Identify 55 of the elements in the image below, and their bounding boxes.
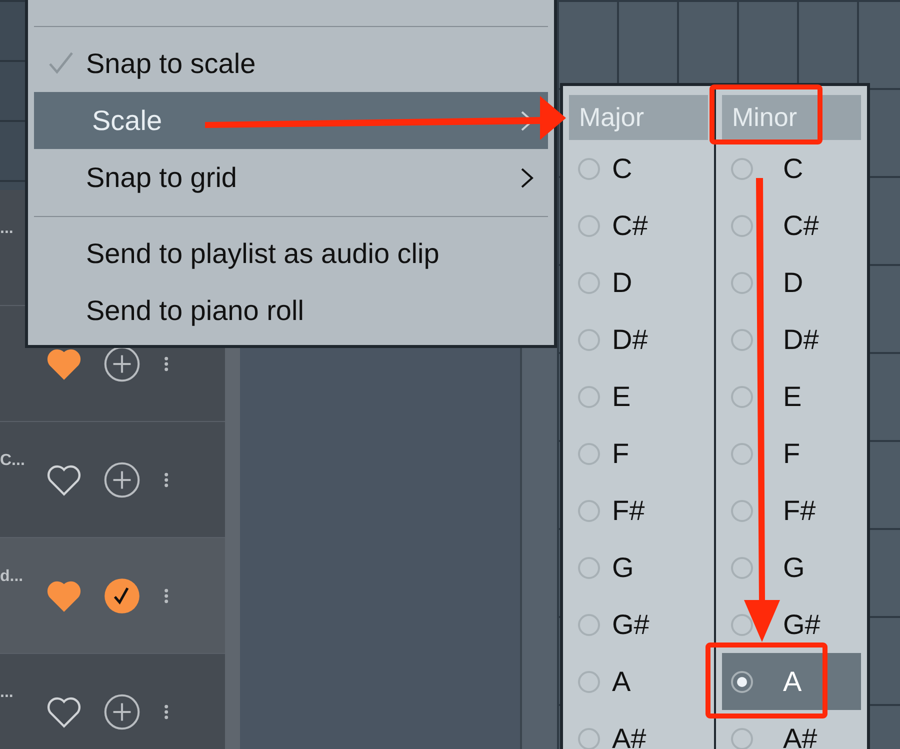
note-label: A — [783, 666, 802, 698]
track-title: ... — [0, 684, 14, 702]
note-label: G# — [612, 608, 650, 640]
note-option[interactable]: D — [569, 254, 708, 311]
note-label: C# — [612, 210, 648, 242]
note-option[interactable]: C — [722, 140, 861, 197]
note-label: E — [783, 380, 802, 412]
note-label: A# — [783, 722, 818, 749]
note-option[interactable]: A# — [569, 710, 708, 749]
column-header: Major — [569, 95, 708, 140]
track-title: d... — [0, 568, 24, 586]
note-label: E — [612, 380, 631, 412]
menu-item[interactable]: Snap to grid — [34, 149, 548, 206]
note-label: F# — [612, 494, 645, 526]
note-label: C# — [783, 210, 819, 242]
note-label: D# — [612, 324, 648, 356]
column-header: Minor — [722, 95, 861, 140]
track-row[interactable]: d... — [0, 538, 225, 654]
note-option[interactable]: C# — [569, 197, 708, 254]
track-title: ... — [0, 220, 14, 238]
note-label: G# — [783, 608, 820, 640]
note-option[interactable]: C — [569, 140, 708, 197]
note-option[interactable]: A — [722, 653, 861, 710]
note-label: F — [612, 438, 630, 470]
note-option[interactable]: G — [569, 539, 708, 596]
note-option[interactable]: A — [569, 653, 708, 710]
note-label: C — [783, 152, 804, 184]
note-option[interactable]: D# — [722, 311, 861, 368]
menu-item[interactable]: Send to playlist as audio clip — [34, 225, 548, 282]
note-label: D — [612, 266, 632, 298]
note-label: D# — [783, 324, 819, 356]
note-label: F# — [783, 494, 816, 526]
menu-item[interactable]: Scale — [34, 92, 548, 149]
note-option[interactable]: F# — [722, 482, 861, 539]
note-label: A# — [612, 722, 646, 749]
menu-item[interactable]: Send to piano roll — [34, 282, 548, 339]
note-option[interactable]: C# — [722, 197, 861, 254]
note-label: F — [783, 438, 800, 470]
note-option[interactable]: E — [569, 368, 708, 425]
note-option[interactable]: D# — [569, 311, 708, 368]
note-label: G — [612, 552, 634, 584]
track-title: C... — [0, 452, 25, 470]
note-option[interactable]: F — [722, 425, 861, 482]
note-option[interactable]: D — [722, 254, 861, 311]
note-option[interactable]: G# — [569, 596, 708, 653]
note-option[interactable]: G — [722, 539, 861, 596]
menu-item[interactable]: Snap to scale — [34, 35, 548, 92]
note-option[interactable]: F — [569, 425, 708, 482]
note-label: C — [612, 152, 632, 184]
note-label: D — [783, 266, 804, 298]
note-label: A — [612, 666, 631, 698]
note-option[interactable]: A# — [722, 710, 861, 749]
note-option[interactable]: E — [722, 368, 861, 425]
note-option[interactable]: F# — [569, 482, 708, 539]
note-label: G — [783, 552, 805, 584]
